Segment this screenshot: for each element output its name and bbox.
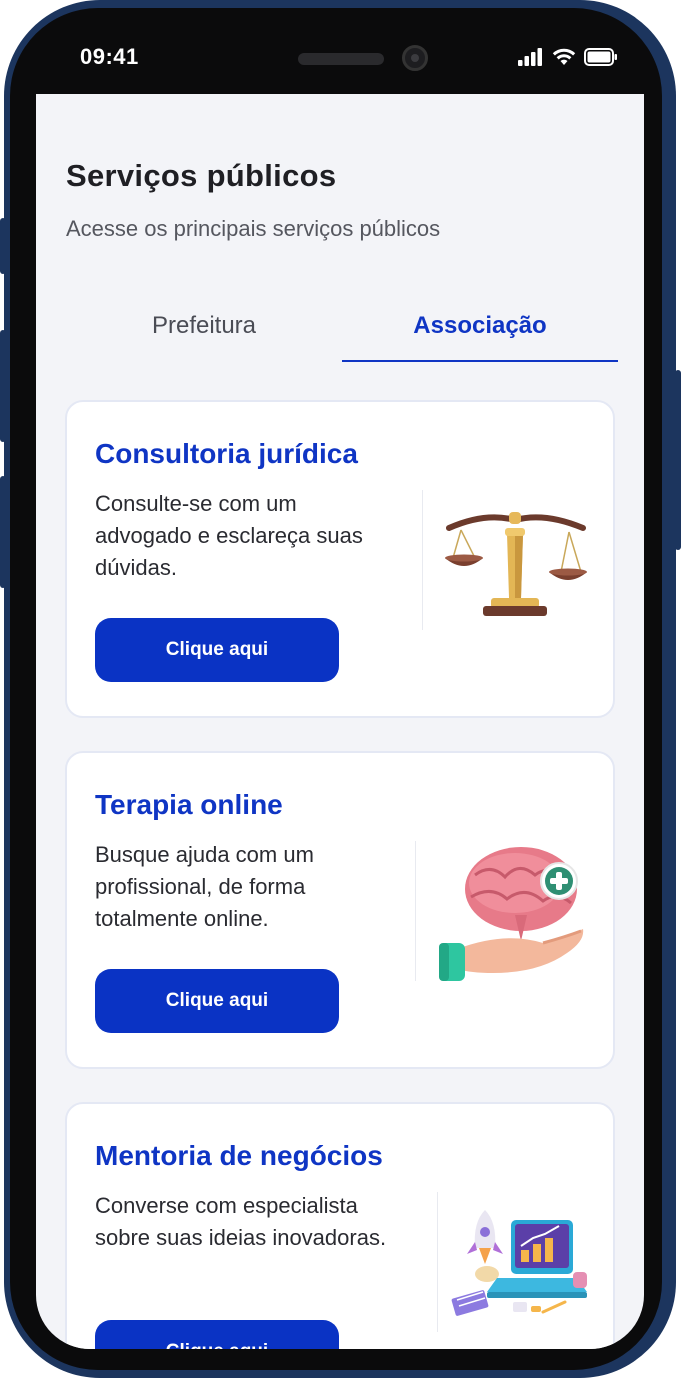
card-action-button[interactable]: Clique aqui [95, 1320, 339, 1349]
card-title: Terapia online [95, 789, 283, 820]
page-subtitle: Acesse os principais serviços públicos [66, 216, 441, 241]
card-description: Busque ajuda com um profissional, de for… [95, 842, 314, 931]
volume-up-button [0, 330, 6, 442]
page-title: Serviços públicos [66, 158, 337, 193]
card-description: Consulte-se com um advogado e esclareça … [95, 491, 363, 580]
card-divider [422, 490, 423, 630]
business-laptop-rocket-icon [451, 1210, 587, 1316]
front-camera [402, 45, 428, 71]
cellular-signal-icon [518, 48, 542, 66]
app-screen: Serviços públicos Acesse os principais s… [36, 94, 644, 1349]
volume-down-button [0, 476, 6, 588]
brain-in-hand-icon [439, 847, 584, 981]
battery-icon [584, 48, 617, 66]
tab-associacao[interactable]: Associação [342, 304, 618, 362]
card-title: Consultoria jurídica [95, 438, 358, 469]
card-title: Mentoria de negócios [95, 1140, 383, 1171]
card-divider [415, 841, 416, 981]
card-description: Converse com especialista sobre suas ide… [95, 1193, 387, 1250]
wifi-icon [552, 48, 576, 65]
status-icons [518, 48, 618, 66]
service-card-terapia: Terapia online Busque ajuda com um profi… [65, 751, 615, 1069]
status-time: 09:41 [80, 44, 139, 69]
power-button [675, 370, 681, 550]
tab-bar: Prefeitura Associação [66, 304, 618, 362]
card-action-button[interactable]: Clique aqui [95, 618, 339, 682]
card-action-button[interactable]: Clique aqui [95, 969, 339, 1033]
card-divider [437, 1192, 438, 1332]
action-button [0, 218, 6, 274]
service-card-consultoria: Consultoria jurídica Consulte-se com um … [65, 400, 615, 718]
speaker-pill [298, 53, 384, 65]
tab-prefeitura[interactable]: Prefeitura [66, 304, 342, 360]
service-card-mentoria: Mentoria de negócios Converse com especi… [65, 1102, 615, 1349]
scales-of-justice-icon [445, 512, 587, 616]
